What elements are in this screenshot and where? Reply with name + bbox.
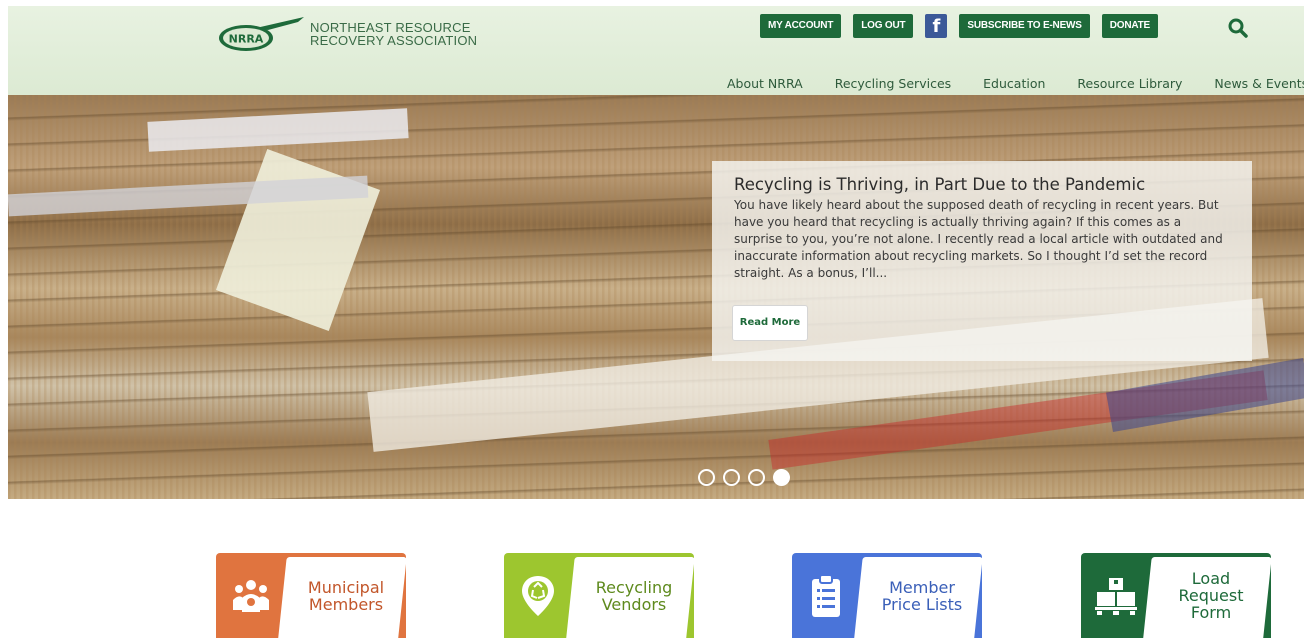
hero-image-detail <box>147 108 409 152</box>
tile-label: Recycling Vendors <box>595 577 673 614</box>
slider-dot-3[interactable] <box>748 469 765 486</box>
tile-label: Member Price Lists <box>881 577 963 614</box>
clipboard-icon <box>812 573 840 617</box>
tile-member-price-lists[interactable]: Member Price Lists <box>792 553 982 638</box>
nav-resource-library[interactable]: Resource Library <box>1077 76 1182 91</box>
tile-load-request-form[interactable]: Load Request Form <box>1081 553 1271 638</box>
slider-dot-2[interactable] <box>723 469 740 486</box>
logo-mark-text: NRRA <box>229 33 264 46</box>
nav-news-events[interactable]: News & Events <box>1214 76 1304 91</box>
logo-wordmark: NORTHEAST RESOURCE RECOVERY ASSOCIATION <box>310 21 477 47</box>
recycle-pin-icon <box>522 575 554 616</box>
nav-about[interactable]: About NRRA <box>727 76 803 91</box>
slide-caption: Recycling is Thriving, in Part Due to th… <box>712 161 1252 361</box>
search-icon[interactable] <box>1228 18 1248 38</box>
log-out-button[interactable]: LOG OUT <box>853 14 914 38</box>
nav-education[interactable]: Education <box>983 76 1045 91</box>
read-more-button[interactable]: Read More <box>732 305 808 341</box>
tile-label: Load Request Form <box>1178 569 1244 622</box>
nrra-logo-icon: NRRA <box>219 17 304 51</box>
my-account-button[interactable]: MY ACCOUNT <box>760 14 842 38</box>
hero-slider: Recycling is Thriving, in Part Due to th… <box>8 95 1304 499</box>
slider-dot-1[interactable] <box>698 469 715 486</box>
nav-recycling-services[interactable]: Recycling Services <box>835 76 951 91</box>
subscribe-enews-button[interactable]: SUBSCRIBE TO E-NEWS <box>959 14 1090 38</box>
main-nav: About NRRA Recycling Services Education … <box>727 76 1304 91</box>
pallet-boxes-icon <box>1095 577 1137 615</box>
slide-excerpt: You have likely heard about the supposed… <box>734 198 1223 280</box>
logo-line-2: RECOVERY ASSOCIATION <box>310 33 478 48</box>
slide-title[interactable]: Recycling is Thriving, in Part Due to th… <box>734 175 1230 195</box>
site-header: NRRA NORTHEAST RESOURCE RECOVERY ASSOCIA… <box>8 6 1304 95</box>
nrra-logo[interactable]: NRRA NORTHEAST RESOURCE RECOVERY ASSOCIA… <box>216 14 477 54</box>
slider-dots <box>698 469 798 486</box>
tile-recycling-vendors[interactable]: Recycling Vendors <box>504 553 694 638</box>
facebook-icon[interactable]: f <box>925 14 948 38</box>
tile-label: Municipal Members <box>307 577 385 614</box>
slider-dot-4[interactable] <box>773 469 790 486</box>
utility-bar: MY ACCOUNT LOG OUT f SUBSCRIBE TO E-NEWS… <box>760 14 1170 38</box>
people-icon <box>233 579 269 612</box>
tile-municipal-members[interactable]: Municipal Members <box>216 553 406 638</box>
donate-button[interactable]: DONATE <box>1101 14 1159 38</box>
